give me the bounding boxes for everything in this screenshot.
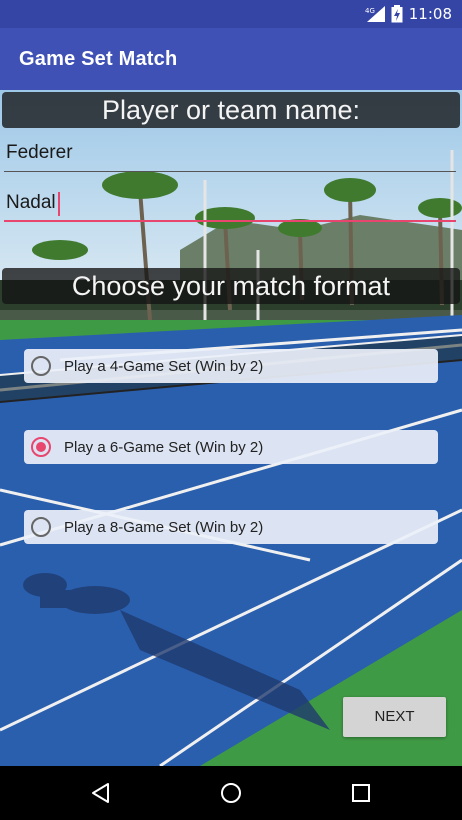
format-option-label: Play a 8-Game Set (Win by 2) (64, 518, 264, 536)
navigation-bar (0, 766, 462, 820)
format-option-4-game[interactable]: Play a 4-Game Set (Win by 2) (24, 349, 438, 383)
status-time: 11:08 (408, 5, 452, 23)
main-content: Player or team name: Choose your match f… (0, 90, 462, 766)
signal-icon: 4G (365, 6, 385, 22)
match-format-heading: Choose your match format (2, 268, 460, 304)
player1-field[interactable] (4, 138, 458, 172)
home-icon[interactable] (218, 780, 244, 806)
network-type: 4G (365, 7, 375, 15)
status-icons: 4G 11:08 (365, 5, 452, 23)
format-option-label: Play a 4-Game Set (Win by 2) (64, 357, 264, 375)
recents-icon[interactable] (348, 780, 374, 806)
next-button[interactable]: NEXT (343, 697, 446, 737)
player1-underline (4, 171, 456, 172)
battery-icon (391, 5, 403, 23)
app-title: Game Set Match (19, 48, 178, 70)
player1-input[interactable] (4, 138, 458, 168)
format-option-8-game[interactable]: Play a 8-Game Set (Win by 2) (24, 510, 438, 544)
radio-button-icon[interactable] (31, 356, 51, 376)
format-option-6-game[interactable]: Play a 6-Game Set (Win by 2) (24, 430, 438, 464)
back-icon[interactable] (88, 780, 114, 806)
player-name-heading: Player or team name: (2, 92, 460, 128)
player2-input[interactable] (4, 188, 458, 218)
player2-field[interactable] (4, 188, 458, 222)
radio-button-checked-icon[interactable] (31, 437, 51, 457)
text-cursor (58, 192, 60, 216)
format-option-label: Play a 6-Game Set (Win by 2) (64, 438, 264, 456)
radio-button-icon[interactable] (31, 517, 51, 537)
app-bar: Game Set Match (0, 28, 462, 90)
player2-underline (4, 220, 456, 222)
status-bar: 4G 11:08 (0, 0, 462, 28)
